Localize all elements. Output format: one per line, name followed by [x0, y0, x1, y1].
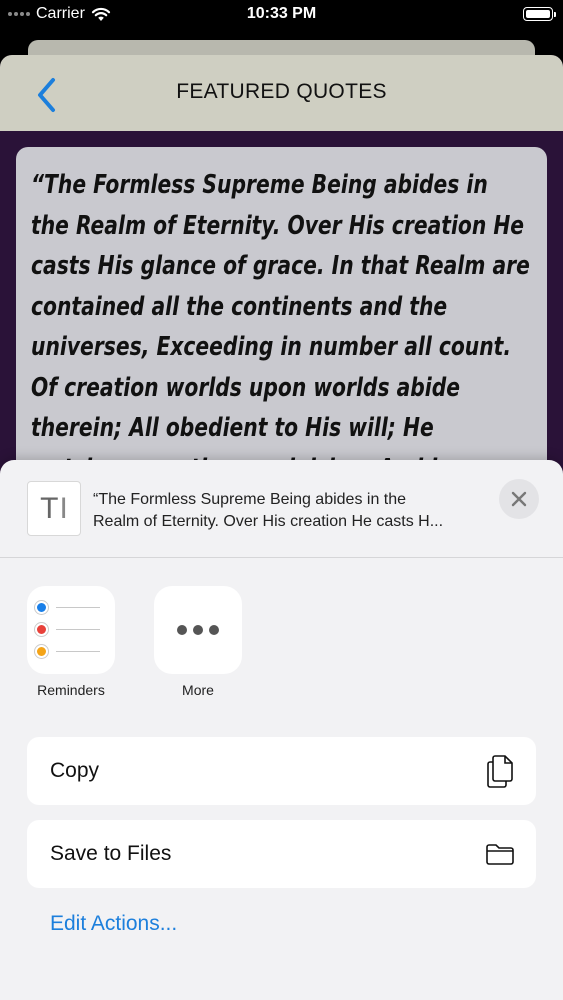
- reminders-app-button[interactable]: [27, 586, 115, 674]
- close-button[interactable]: [499, 479, 539, 519]
- text-document-icon: T: [40, 491, 59, 525]
- share-sheet: TI “The Formless Supreme Being abides in…: [0, 460, 563, 1000]
- more-app-button[interactable]: [154, 586, 242, 674]
- sheet-divider: [0, 557, 563, 558]
- more-icon: [154, 586, 242, 674]
- status-bar: Carrier 10:33 PM: [0, 0, 563, 30]
- page-title: FEATURED QUOTES: [176, 80, 387, 103]
- close-icon: [511, 491, 527, 507]
- share-header: TI “The Formless Supreme Being abides in…: [0, 460, 563, 558]
- copy-icon: [482, 753, 518, 789]
- more-label: More: [182, 682, 214, 698]
- copy-action[interactable]: Copy: [27, 737, 536, 805]
- battery-icon: [523, 7, 556, 21]
- save-to-files-label: Save to Files: [50, 842, 172, 865]
- folder-icon: [482, 836, 518, 872]
- nav-bar: FEATURED QUOTES: [0, 55, 563, 131]
- preview-thumbnail: TI: [27, 481, 81, 536]
- edit-actions-link[interactable]: Edit Actions...: [50, 912, 177, 936]
- copy-label: Copy: [50, 759, 100, 782]
- save-to-files-action[interactable]: Save to Files: [27, 820, 536, 888]
- preview-text: “The Formless Supreme Being abides in th…: [93, 489, 493, 533]
- reminders-label: Reminders: [37, 682, 105, 698]
- cursor-glyph: I: [59, 491, 68, 525]
- preview-text-line2: Realm of Eternity. Over His creation He …: [93, 513, 444, 530]
- preview-text-line1: “The Formless Supreme Being abides in th…: [93, 491, 407, 508]
- status-time: 10:33 PM: [246, 5, 317, 22]
